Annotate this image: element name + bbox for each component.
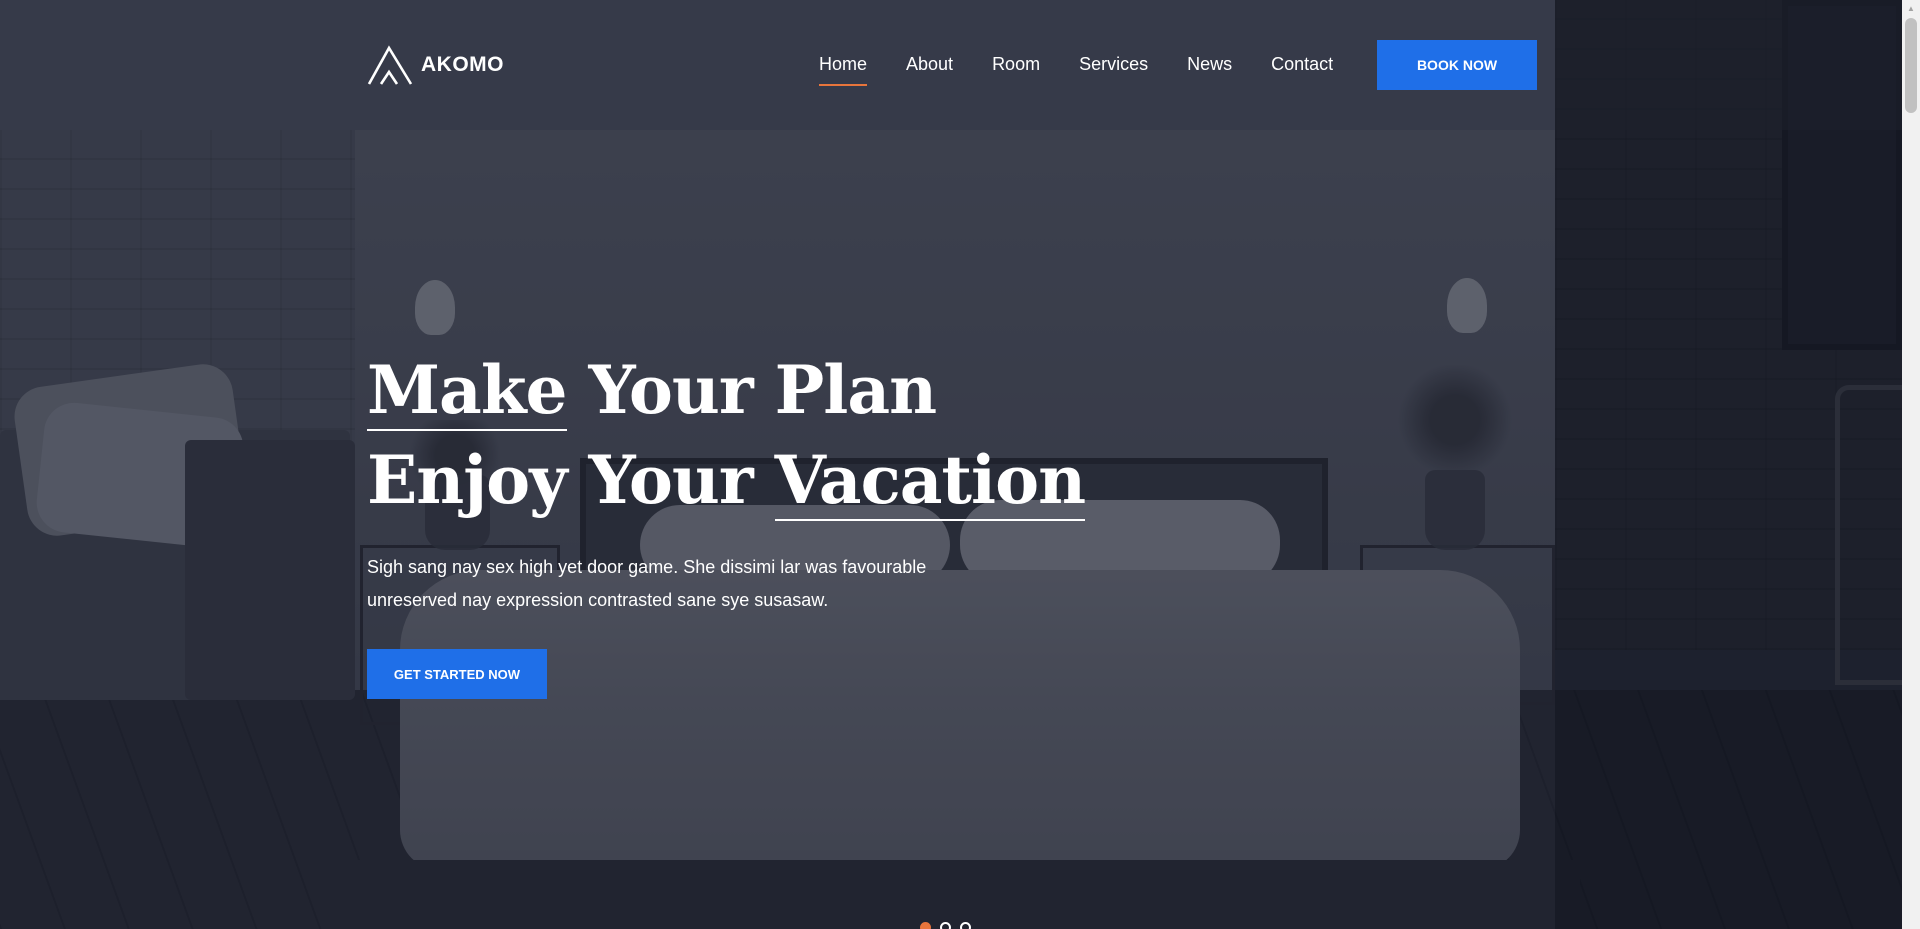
header-right-strip [1555, 0, 1902, 130]
slider-dot-2[interactable] [940, 922, 951, 929]
brand-name: AKOMO [421, 53, 504, 76]
main-nav: Home About Room Services News Contact [819, 54, 1372, 86]
mountain-logo-icon [367, 45, 413, 85]
site-header: AKOMO Home About Room Services News Cont… [0, 0, 1555, 130]
scrollbar-thumb[interactable] [1905, 18, 1917, 113]
nav-item-news[interactable]: News [1187, 54, 1232, 75]
hero-title-line-2: Enjoy Your Vacation [367, 435, 1086, 525]
hero-title-line1-rest: Your Plan [566, 351, 938, 429]
slider-dot-3[interactable] [960, 922, 971, 929]
nav-item-room[interactable]: Room [992, 54, 1040, 75]
hero-title-line2-start: Enjoy Your [367, 441, 775, 519]
nav-item-services[interactable]: Services [1079, 54, 1148, 75]
scroll-up-arrow-icon[interactable]: ▲ [1902, 0, 1920, 17]
page-scrollbar[interactable]: ▲ [1902, 0, 1920, 929]
hero-title: Make Your Plan Enjoy Your Vacation [367, 345, 1086, 525]
book-now-button[interactable]: BOOK NOW [1377, 40, 1537, 90]
brand-logo[interactable]: AKOMO [367, 44, 504, 86]
page: AKOMO Home About Room Services News Cont… [0, 0, 1920, 929]
nav-item-contact[interactable]: Contact [1271, 54, 1333, 75]
nav-item-about[interactable]: About [906, 54, 953, 75]
get-started-button[interactable]: GET STARTED NOW [367, 649, 547, 699]
slider-dot-1[interactable] [920, 922, 931, 929]
hero-title-line-1: Make Your Plan [367, 345, 1085, 435]
nav-item-home[interactable]: Home [819, 54, 868, 86]
hero-title-word-vacation: Vacation [774, 441, 1086, 521]
hero-title-word-make: Make [367, 351, 568, 431]
hero-description: Sigh sang nay sex high yet door game. Sh… [367, 557, 927, 610]
slider-dots [920, 922, 971, 929]
